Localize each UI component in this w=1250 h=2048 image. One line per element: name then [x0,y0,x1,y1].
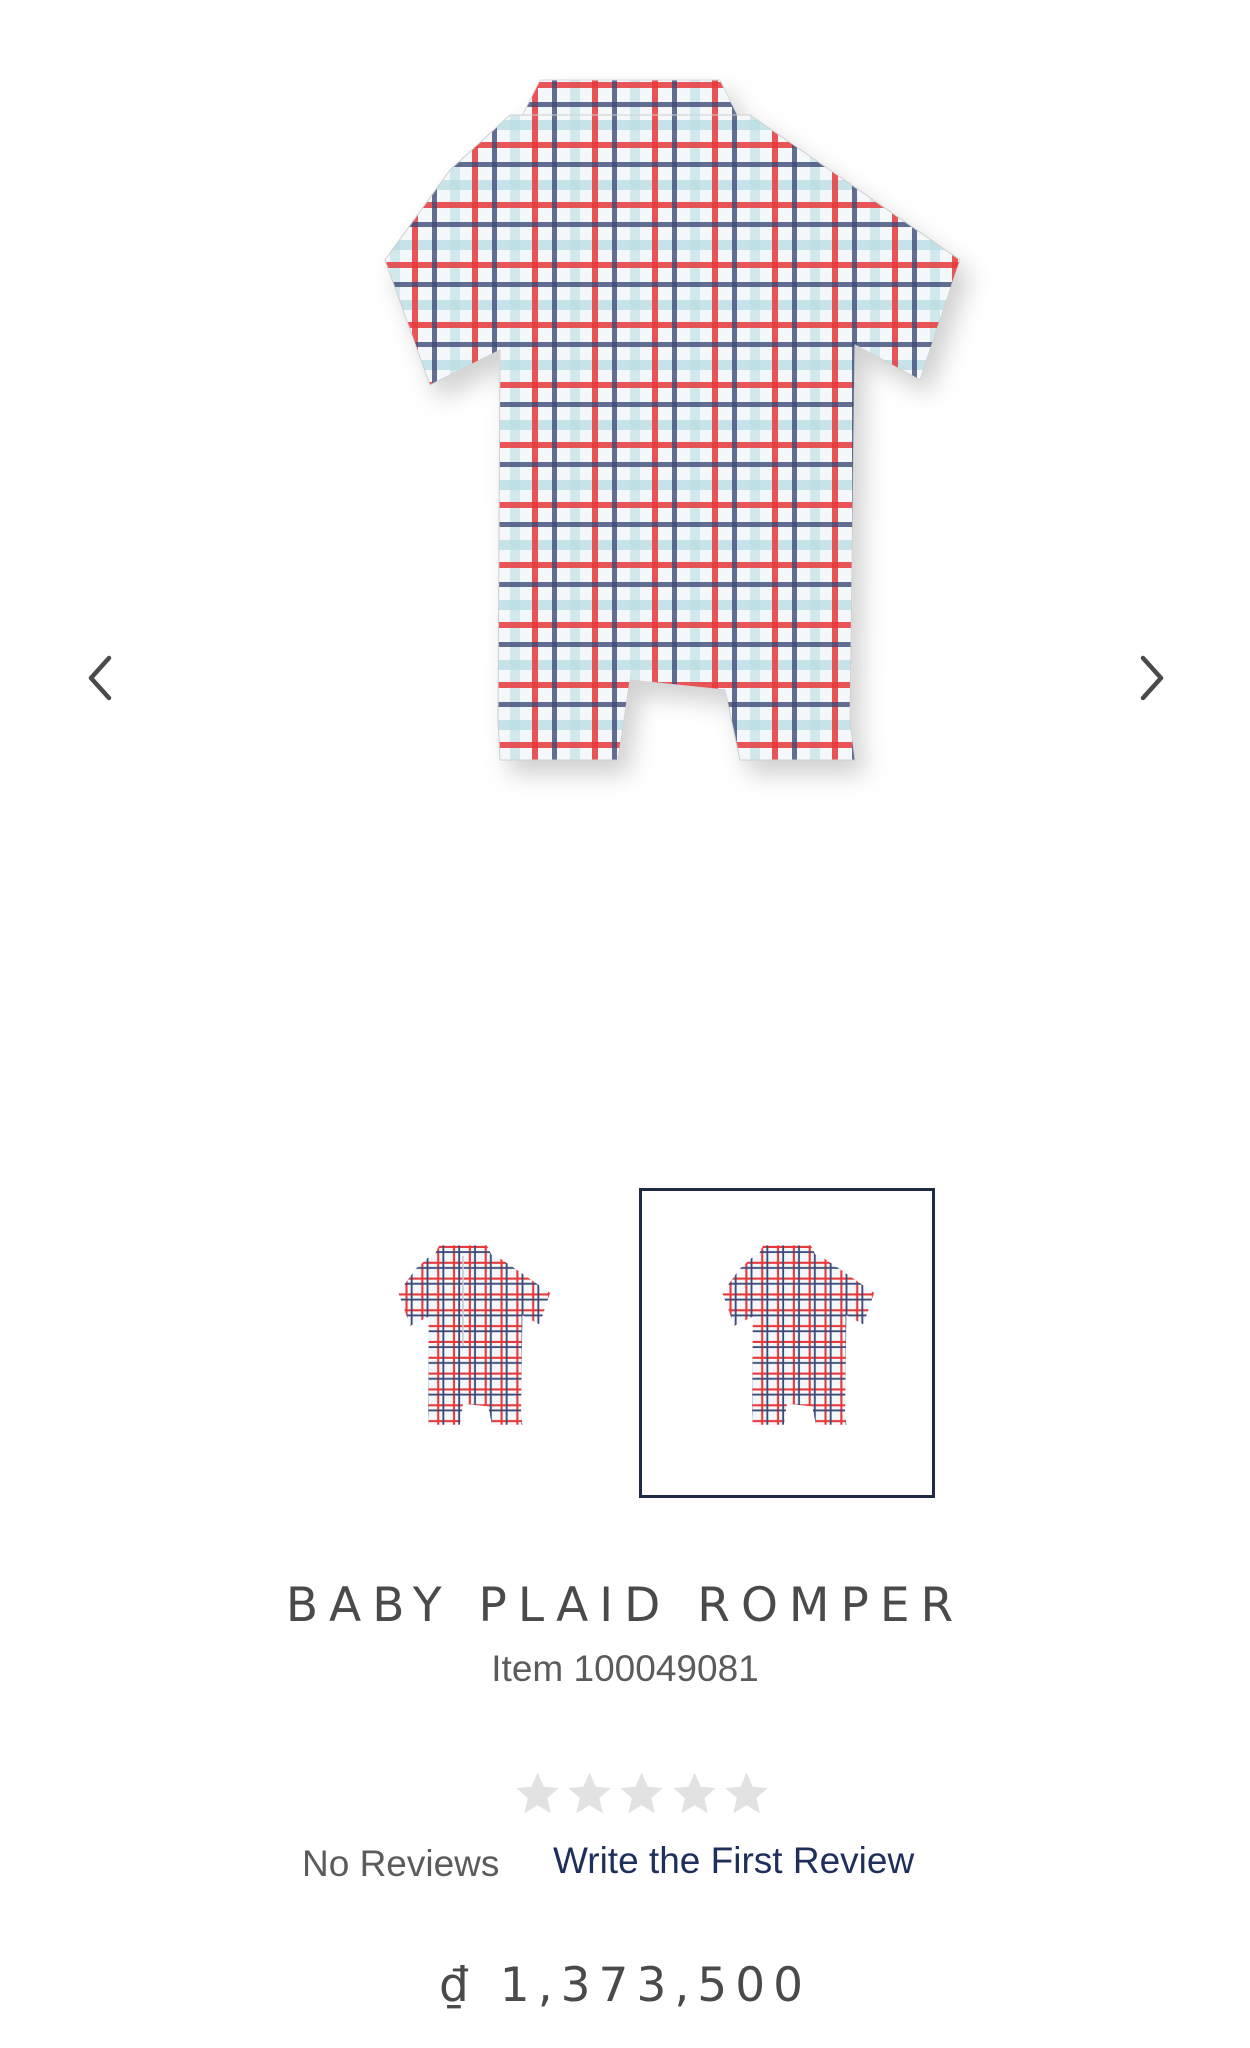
item-number: Item 100049081 [491,1648,759,1689]
no-reviews-label: No Reviews [302,1843,500,1884]
star-rating [512,1768,772,1824]
previous-image-button[interactable] [70,648,130,708]
product-price: ₫ 1,373,500 [438,1958,812,2013]
thumbnail-front-view[interactable] [315,1188,611,1498]
thumbnail-strip [0,1188,1250,1504]
product-page: BABY PLAID ROMPER Item 100049081 No Revi… [0,0,1250,2048]
chevron-left-icon [88,655,112,701]
romper-front-thumbnail [398,1245,551,1425]
star-icon [516,1772,559,1814]
star-icon [725,1772,768,1814]
main-product-image [384,79,961,761]
next-image-button[interactable] [1122,648,1182,708]
write-first-review-link[interactable]: Write the First Review [553,1840,914,1882]
romper-back-thumbnail [722,1245,875,1425]
thumbnail-back-view-selected[interactable] [639,1188,935,1498]
product-title: BABY PLAID ROMPER [285,1578,965,1633]
product-image-carousel [0,0,1250,1160]
chevron-right-icon [1140,655,1164,701]
star-icon [620,1772,664,1814]
star-icon [568,1772,612,1814]
star-icon [672,1772,716,1814]
